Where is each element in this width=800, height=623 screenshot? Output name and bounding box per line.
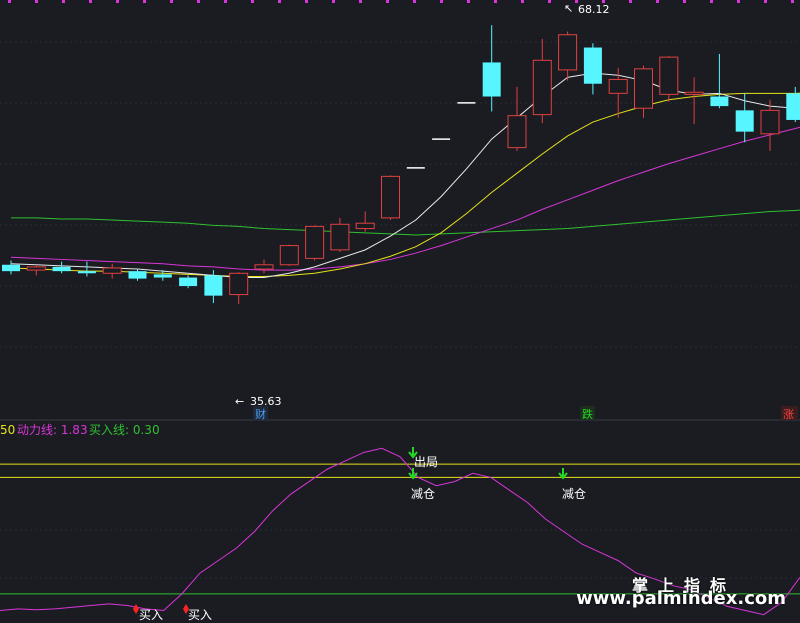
candle-body-up — [381, 175, 400, 219]
top-dot — [683, 0, 686, 3]
indicator-legend: 50 动力线: 1.83 买入线: 0.30 — [0, 423, 160, 437]
candle-body-up — [355, 222, 375, 230]
candle-body-up — [279, 245, 299, 266]
high-price-arrow-icon: ↖ — [564, 2, 573, 15]
top-dot — [521, 0, 524, 3]
date-markers: 财 跌 涨 — [253, 406, 798, 421]
candle-body-up — [330, 223, 350, 251]
candle-body-up — [532, 59, 552, 116]
candle-body-down — [786, 93, 800, 120]
top-dotted-border — [8, 0, 794, 3]
candle-body-up — [229, 272, 249, 296]
top-dot — [197, 0, 200, 3]
top-dot — [35, 0, 38, 3]
ma-white-line — [10, 72, 800, 279]
top-dot — [467, 0, 470, 3]
candle-body-down — [77, 271, 96, 274]
watermark-url: www.palmindex.com — [576, 588, 786, 609]
top-dot — [305, 0, 308, 3]
candle-body-down — [710, 96, 729, 107]
top-dot — [332, 0, 335, 3]
low-price-arrow-icon: ← — [235, 395, 244, 408]
ma-magenta-line — [10, 126, 800, 271]
signal-annotations: 出局 减仓 减仓 买入 买入 — [133, 447, 586, 622]
signal-buy-label-1: 买入 — [139, 608, 163, 622]
candle-body-down — [583, 47, 602, 84]
top-dot — [359, 0, 362, 3]
top-dot — [116, 0, 119, 3]
legend-prefix: 50 — [0, 423, 15, 437]
marker-cai: 财 — [255, 407, 266, 421]
legend-power-line: 动力线: 1.83 — [17, 423, 88, 437]
top-dot — [629, 0, 632, 3]
chart-grid — [0, 41, 800, 579]
top-dot — [764, 0, 767, 3]
candle-body-down — [2, 264, 20, 272]
top-dot — [89, 0, 92, 3]
top-dot — [548, 0, 551, 3]
candle-body-up — [760, 109, 780, 135]
top-dot — [386, 0, 389, 3]
arrow-down-icon-reduce-2 — [558, 468, 568, 480]
candle-body-down — [204, 275, 223, 296]
top-dot — [62, 0, 65, 3]
candle-body-up — [684, 91, 704, 95]
candle-body-down — [179, 277, 198, 287]
top-dot — [737, 0, 740, 3]
stock-chart[interactable]: 68.12 ↖ 35.63 ← 财 跌 涨 50 动力线: 1.83 买入线: … — [0, 0, 800, 623]
arrow-down-icon-reduce-1 — [408, 468, 418, 480]
top-dot — [656, 0, 659, 3]
marker-die: 跌 — [582, 407, 593, 421]
candle-body-up — [558, 34, 578, 71]
signal-out-label: 出局 — [414, 455, 438, 469]
signal-reduce-label-2: 减仓 — [562, 487, 586, 501]
top-dot — [791, 0, 794, 3]
candle-body-up — [659, 56, 679, 95]
candle-body-up — [608, 78, 628, 94]
legend-buy-line: 买入线: 0.30 — [89, 423, 160, 437]
top-dot — [170, 0, 173, 3]
top-dot — [8, 0, 11, 3]
candle-body-up — [507, 115, 527, 149]
candle-body-up — [305, 225, 325, 259]
top-dot — [224, 0, 227, 3]
top-dot — [143, 0, 146, 3]
top-dot — [251, 0, 254, 3]
candle-body-down — [482, 62, 501, 97]
candle-body-up — [254, 264, 274, 270]
top-dot — [710, 0, 713, 3]
top-dot — [494, 0, 497, 3]
ma-green-line — [11, 209, 800, 236]
top-dot — [278, 0, 281, 3]
high-price-label: 68.12 — [578, 3, 610, 16]
candle-body-up — [102, 267, 122, 274]
signal-reduce-label-1: 减仓 — [411, 487, 435, 501]
candle-body-down — [735, 110, 754, 132]
signal-buy-label-2: 买入 — [188, 608, 212, 622]
marker-zhang: 涨 — [783, 408, 794, 421]
top-dot — [440, 0, 443, 3]
candle-body-down — [153, 274, 172, 278]
moving-averages — [10, 72, 800, 279]
candle-body-up — [26, 266, 46, 271]
candle-body-down — [128, 271, 147, 279]
top-dot — [413, 0, 416, 3]
candle-body-up — [634, 68, 653, 109]
ma-yellow-line — [10, 92, 800, 277]
candle-body-down — [52, 266, 71, 272]
